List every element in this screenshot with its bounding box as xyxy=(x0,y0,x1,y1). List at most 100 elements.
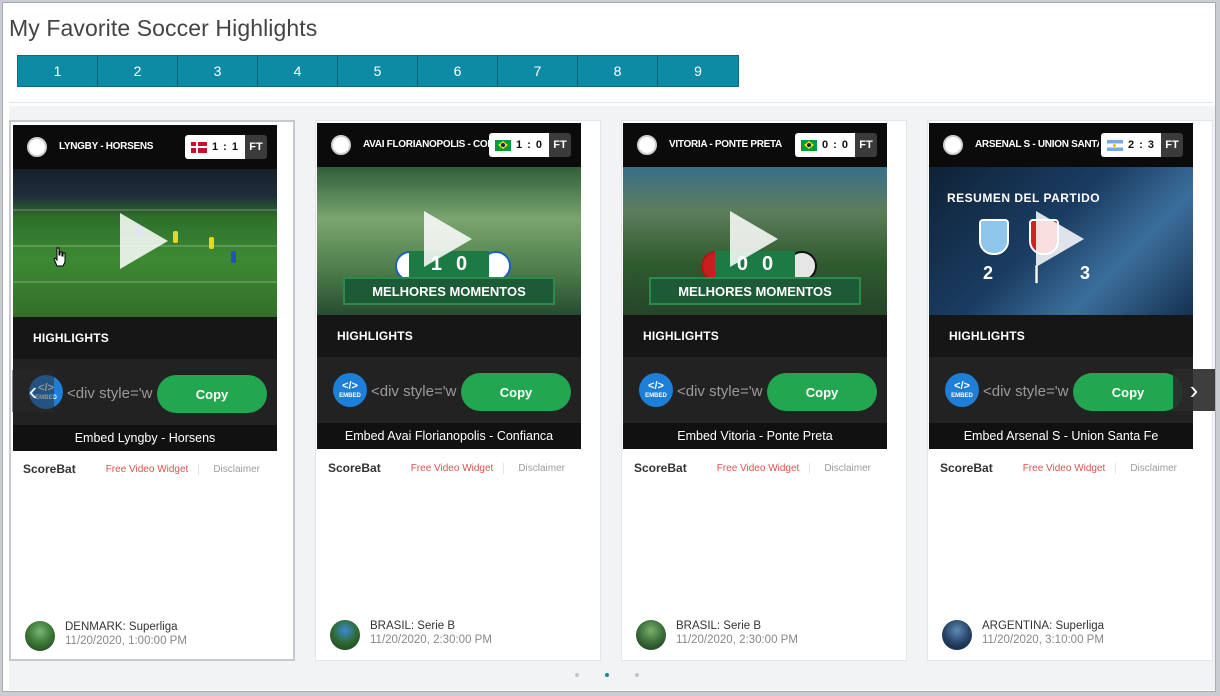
carousel-dots xyxy=(575,673,639,677)
copy-button[interactable]: Copy xyxy=(767,373,877,411)
widget-footer: ScoreBat Free Video Widget Disclaimer xyxy=(940,461,1177,475)
highlights-bar[interactable]: HIGHLIGHTS xyxy=(317,315,581,357)
match-status: FT xyxy=(245,135,267,159)
highlight-card: ARSENAL S - UNION SANTA FE 2 : 3 FT RESU… xyxy=(927,120,1213,661)
copy-button[interactable]: Copy xyxy=(157,375,267,413)
page-8-button[interactable]: 8 xyxy=(578,56,658,86)
carousel-dot[interactable] xyxy=(635,673,639,677)
page-title: My Favorite Soccer Highlights xyxy=(9,15,318,41)
disclaimer-link[interactable]: Disclaimer xyxy=(504,463,565,474)
score-value: 2 : 3 xyxy=(1127,139,1155,151)
disclaimer-link[interactable]: Disclaimer xyxy=(1116,463,1177,474)
page-7-button[interactable]: 7 xyxy=(498,56,578,86)
play-icon[interactable] xyxy=(120,213,168,269)
copy-button[interactable]: Copy xyxy=(1073,373,1183,411)
league-info: BRASIL: Serie B 11/20/2020, 2:30:00 PM xyxy=(330,619,492,650)
league-name: BRASIL: Serie B xyxy=(676,620,762,632)
player xyxy=(231,251,236,263)
embed-caption: Embed Vitoria - Ponte Preta xyxy=(623,423,887,449)
select-radio[interactable] xyxy=(637,135,657,155)
league-name: ARGENTINA: Superliga xyxy=(982,620,1105,632)
match-header: AVAI FLORIANOPOLIS - CONFIANCA 1 : 0 FT xyxy=(317,123,581,167)
score-value: 0 : 0 xyxy=(821,139,849,151)
select-radio[interactable] xyxy=(943,135,963,155)
embed-code-icon: </> EMBED xyxy=(945,373,979,407)
carousel-prev-button[interactable]: ‹ xyxy=(12,370,54,412)
brazil-flag-icon xyxy=(800,139,817,151)
page-9-button[interactable]: 9 xyxy=(658,56,738,86)
thumbnail-title: RESUMEN DEL PARTIDO xyxy=(947,191,1101,205)
league-info: ARGENTINA: Superliga 11/20/2020, 3:10:00… xyxy=(942,619,1104,650)
match-title: VITORIA - PONTE PRETA xyxy=(669,139,782,150)
match-time: 11/20/2020, 2:30:00 PM xyxy=(676,634,798,646)
app-frame: My Favorite Soccer Highlights 1 2 3 4 5 … xyxy=(2,2,1216,692)
embed-code-field[interactable] xyxy=(67,382,155,404)
home-crest xyxy=(979,219,1009,255)
page-6-button[interactable]: 6 xyxy=(418,56,498,86)
carousel-dot-active[interactable] xyxy=(605,673,609,677)
embed-caption: Embed Lyngby - Horsens xyxy=(13,425,277,451)
page-1-button[interactable]: 1 xyxy=(18,56,98,86)
match-time: 11/20/2020, 3:10:00 PM xyxy=(982,634,1104,646)
play-icon[interactable] xyxy=(730,211,778,267)
page-5-button[interactable]: 5 xyxy=(338,56,418,86)
highlights-label: HIGHLIGHTS xyxy=(643,329,719,343)
highlights-bar[interactable]: HIGHLIGHTS xyxy=(623,315,887,357)
score-value: 1 : 1 xyxy=(211,141,239,153)
page-2-button[interactable]: 2 xyxy=(98,56,178,86)
page-4-button[interactable]: 4 xyxy=(258,56,338,86)
copy-button[interactable]: Copy xyxy=(461,373,571,411)
highlights-label: HIGHLIGHTS xyxy=(949,329,1025,343)
league-avatar xyxy=(25,621,55,651)
highlights-bar[interactable]: HIGHLIGHTS xyxy=(13,317,277,359)
thumbnail-banner: MELHORES MOMENTOS xyxy=(649,277,861,305)
video-widget: AVAI FLORIANOPOLIS - CONFIANCA 1 : 0 FT … xyxy=(317,123,581,449)
score-badge: 1 : 0 FT xyxy=(488,133,571,157)
thumbnail-banner: MELHORES MOMENTOS xyxy=(343,277,555,305)
carousel-dot[interactable] xyxy=(575,673,579,677)
video-thumbnail[interactable]: 00 MELHORES MOMENTOS xyxy=(623,167,887,315)
league-info: DENMARK: Superliga 11/20/2020, 1:00:00 P… xyxy=(25,620,187,651)
argentina-flag-icon xyxy=(1106,139,1123,151)
embed-code-icon: </> EMBED xyxy=(639,373,673,407)
embed-code-field[interactable] xyxy=(677,380,765,402)
free-video-widget-link[interactable]: Free Video Widget xyxy=(411,462,505,474)
score-value: 1 : 0 xyxy=(515,139,543,151)
disclaimer-link[interactable]: Disclaimer xyxy=(810,463,871,474)
highlights-bar[interactable]: HIGHLIGHTS xyxy=(929,315,1193,357)
embed-code-field[interactable] xyxy=(983,380,1071,402)
embed-code-field[interactable] xyxy=(371,380,459,402)
scorebat-brand[interactable]: ScoreBat xyxy=(940,461,993,475)
video-widget: ARSENAL S - UNION SANTA FE 2 : 3 FT RESU… xyxy=(929,123,1193,449)
score-badge: 2 : 3 FT xyxy=(1100,133,1183,157)
scorebat-brand[interactable]: ScoreBat xyxy=(328,461,381,475)
free-video-widget-link[interactable]: Free Video Widget xyxy=(717,462,811,474)
embed-row: </> EMBED Copy xyxy=(623,357,887,423)
match-title: AVAI FLORIANOPOLIS - CONFIANCA xyxy=(363,139,491,150)
scorebat-brand[interactable]: ScoreBat xyxy=(634,461,687,475)
highlight-card: VITORIA - PONTE PRETA 0 : 0 FT 00 MELHOR… xyxy=(621,120,907,661)
highlights-label: HIGHLIGHTS xyxy=(337,329,413,343)
video-thumbnail[interactable]: RESUMEN DEL PARTIDO 2 | 3 xyxy=(929,167,1193,315)
scorebat-brand[interactable]: ScoreBat xyxy=(23,462,76,476)
player xyxy=(173,231,178,243)
page-3-button[interactable]: 3 xyxy=(178,56,258,86)
player xyxy=(209,237,214,249)
select-radio[interactable] xyxy=(27,137,47,157)
disclaimer-link[interactable]: Disclaimer xyxy=(199,464,260,475)
free-video-widget-link[interactable]: Free Video Widget xyxy=(106,463,200,475)
highlights-label: HIGHLIGHTS xyxy=(33,331,109,345)
brazil-flag-icon xyxy=(494,139,511,151)
play-icon[interactable] xyxy=(1036,211,1084,267)
chevron-right-icon: › xyxy=(1189,374,1199,405)
select-radio[interactable] xyxy=(331,135,351,155)
play-icon[interactable] xyxy=(424,211,472,267)
match-status: FT xyxy=(549,133,571,157)
video-thumbnail[interactable]: 10 MELHORES MOMENTOS xyxy=(317,167,581,315)
free-video-widget-link[interactable]: Free Video Widget xyxy=(1023,462,1117,474)
video-thumbnail[interactable] xyxy=(13,169,277,317)
video-widget: VITORIA - PONTE PRETA 0 : 0 FT 00 MELHOR… xyxy=(623,123,887,449)
carousel-next-button[interactable]: › xyxy=(1173,369,1215,411)
chevron-left-icon: ‹ xyxy=(28,375,38,406)
league-info: BRASIL: Serie B 11/20/2020, 2:30:00 PM xyxy=(636,619,798,650)
